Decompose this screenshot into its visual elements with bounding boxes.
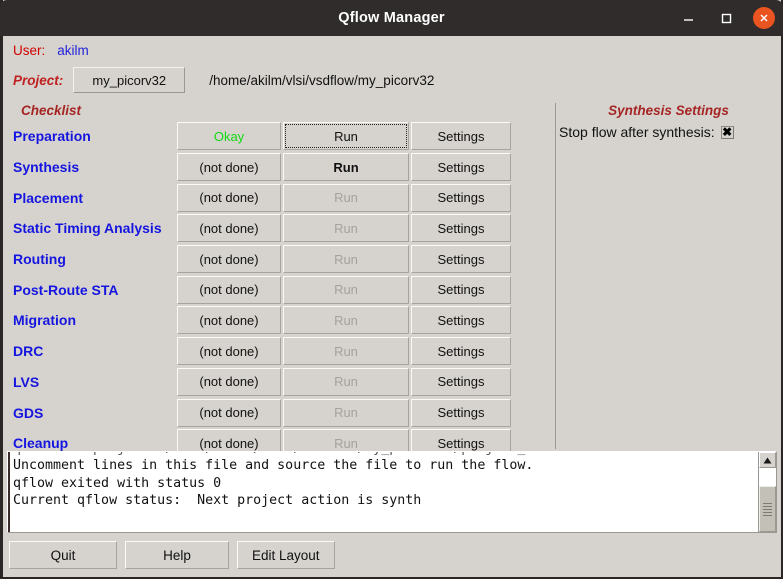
stop-flow-option-row: Stop flow after synthesis: ✖ (556, 118, 781, 140)
status-badge: (not done) (177, 337, 281, 366)
checklist-row: Post-Route STA (not done) Run Settings (3, 274, 555, 305)
checklist-step-label: GDS (13, 404, 44, 421)
project-select-button[interactable]: my_picorv32 (73, 67, 186, 93)
console-clipped-line: qflow -- project /home/akilm/vlsi/vsdflo… (10, 452, 758, 456)
settings-button[interactable]: Settings (411, 275, 511, 304)
maximize-icon[interactable] (715, 7, 737, 29)
checklist-pane: Checklist Preparation Okay Run Settings Synt… (3, 99, 555, 458)
checklist-step-label: LVS (13, 373, 40, 390)
minimize-icon[interactable] (677, 7, 699, 29)
checklist-step-label: Static Timing Analysis (13, 220, 162, 237)
checklist-row: Synthesis (not done) Run Settings (3, 152, 555, 183)
status-badge: (not done) (177, 245, 281, 274)
checklist-row: Static Timing Analysis (not done) Run Setti… (3, 213, 555, 244)
checklist-row: LVS (not done) Run Settings (3, 367, 555, 398)
qflow-manager-window: Qflow Manager User: akilm Project: my_pi… (0, 0, 783, 579)
checklist-step-label: DRC (13, 343, 44, 360)
settings-button[interactable]: Settings (411, 153, 511, 182)
settings-button[interactable]: Settings (411, 245, 511, 274)
window-controls (677, 0, 775, 36)
user-label: User: (13, 42, 46, 58)
console-scrollbar[interactable] (758, 452, 776, 532)
scrollbar-track[interactable] (759, 468, 776, 532)
settings-button[interactable]: Settings (411, 306, 511, 335)
synthesis-settings-title: Synthesis Settings (608, 103, 729, 118)
console-clipped-text: qflow -- project /home/akilm/vlsi/vsdflo… (10, 452, 581, 456)
settings-button[interactable]: Settings (411, 214, 511, 243)
checklist-row: DRC (not done) Run Settings (3, 336, 555, 367)
stop-flow-checkbox[interactable]: ✖ (720, 125, 734, 139)
checklist-rows: Preparation Okay Run Settings Synthesis (not … (3, 121, 555, 459)
user-row: User: akilm (13, 36, 781, 61)
checklist-step-label: Preparation (13, 128, 91, 145)
scrollbar-grip-icon (763, 501, 772, 518)
settings-button[interactable]: Settings (411, 367, 511, 396)
checklist-step-label: Migration (13, 312, 76, 329)
window-title: Qflow Manager (338, 10, 445, 26)
main-body: Checklist Preparation Okay Run Settings Synt… (3, 99, 781, 458)
status-badge: (not done) (177, 183, 281, 212)
checklist-step-label: Synthesis (13, 159, 80, 176)
project-row: Project: my_picorv32 /home/akilm/vlsi/vs… (13, 61, 781, 99)
project-label: Project: (13, 72, 64, 88)
status-badge: (not done) (177, 153, 281, 182)
scroll-up-icon[interactable] (759, 452, 776, 468)
run-button: Run (283, 306, 409, 335)
header-area: User: akilm Project: my_picorv32 /home/a… (3, 36, 781, 99)
run-button: Run (283, 245, 409, 274)
settings-button[interactable]: Settings (411, 337, 511, 366)
checklist-row: Migration (not done) Run Settings (3, 305, 555, 336)
checklist-row: Routing (not done) Run Settings (3, 244, 555, 275)
checklist-step-label: Routing (13, 251, 66, 268)
run-button: Run (283, 183, 409, 212)
close-icon[interactable] (753, 7, 775, 29)
console-lines: Uncomment lines in this file and source … (13, 458, 534, 508)
stop-flow-label: Stop flow after synthesis: (559, 124, 715, 140)
run-button[interactable]: Run (283, 122, 409, 151)
status-badge: Okay (177, 122, 281, 151)
title-bar: Qflow Manager (0, 0, 783, 36)
checklist-row: Preparation Okay Run Settings (3, 121, 555, 152)
settings-button[interactable]: Settings (411, 183, 511, 212)
status-badge: (not done) (177, 214, 281, 243)
checklist-step-label: Post-Route STA (13, 281, 119, 298)
help-button[interactable]: Help (125, 541, 229, 569)
console-output-area: qflow -- project /home/akilm/vlsi/vsdflo… (7, 451, 777, 533)
checklist-step-label: Placement (13, 189, 84, 206)
synthesis-settings-pane: Synthesis Settings Stop flow after synth… (556, 99, 781, 451)
settings-button[interactable]: Settings (411, 122, 511, 151)
checklist-step-label: Cleanup (13, 435, 69, 452)
bottom-button-bar: Quit Help Edit Layout (3, 533, 781, 577)
console-text[interactable]: qflow -- project /home/akilm/vlsi/vsdflo… (8, 452, 758, 532)
run-button: Run (283, 398, 409, 427)
run-button[interactable]: Run (283, 153, 409, 182)
status-badge: (not done) (177, 275, 281, 304)
status-badge: (not done) (177, 367, 281, 396)
checklist-row: Placement (not done) Run Settings (3, 182, 555, 213)
edit-layout-button[interactable]: Edit Layout (237, 541, 335, 569)
status-badge: (not done) (177, 306, 281, 335)
quit-button[interactable]: Quit (9, 541, 117, 569)
checklist-row: GDS (not done) Run Settings (3, 397, 555, 428)
status-badge: (not done) (177, 398, 281, 427)
run-button: Run (283, 275, 409, 304)
run-button: Run (283, 337, 409, 366)
settings-button[interactable]: Settings (411, 398, 511, 427)
user-value: akilm (57, 42, 89, 58)
checklist-title: Checklist (21, 103, 82, 118)
run-button: Run (283, 214, 409, 243)
scrollbar-thumb[interactable] (759, 486, 776, 532)
run-button: Run (283, 367, 409, 396)
project-path: /home/akilm/vlsi/vsdflow/my_picorv32 (209, 72, 435, 88)
